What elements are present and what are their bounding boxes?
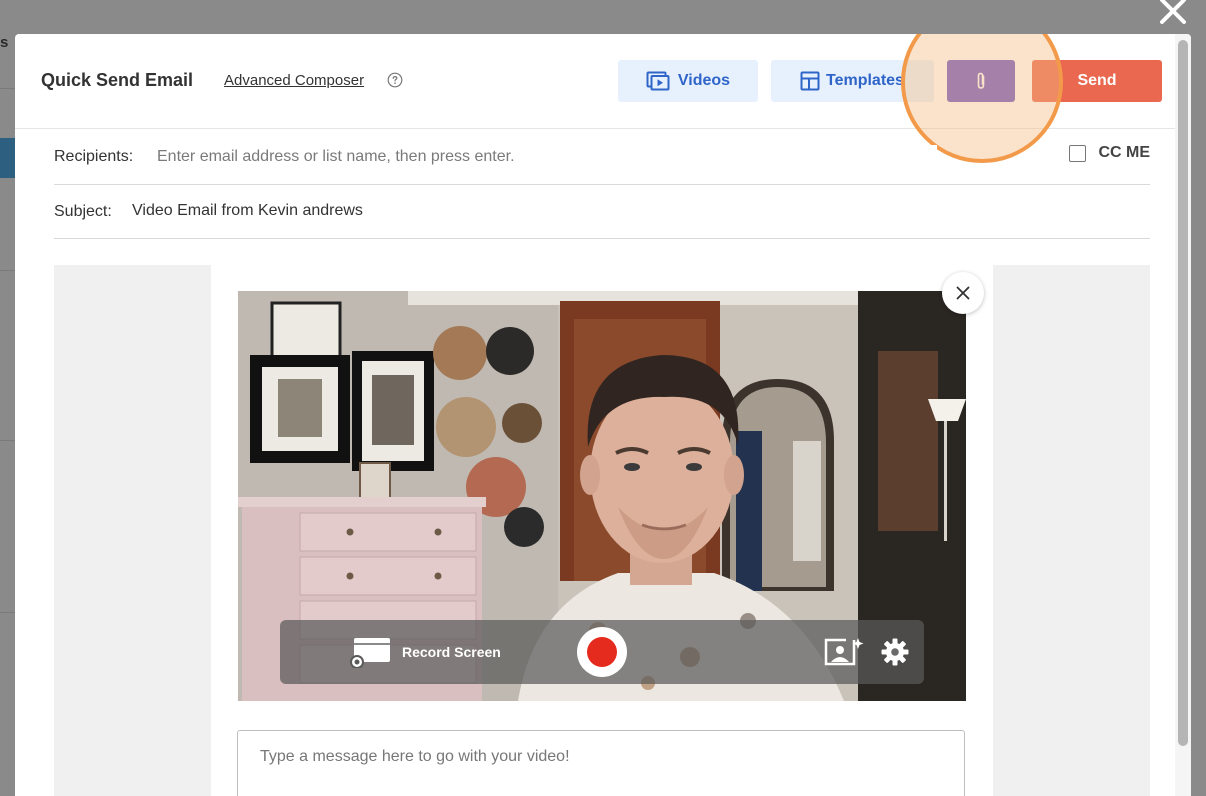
paperclip-icon: [977, 72, 985, 89]
templates-button[interactable]: Templates: [771, 60, 934, 102]
background-app-tab: [0, 138, 15, 178]
recorder-controls: Record Screen: [280, 620, 924, 684]
gear-icon[interactable]: [880, 637, 910, 667]
background-divider: [0, 440, 15, 441]
close-modal-icon[interactable]: [1156, 0, 1190, 28]
advanced-composer-link[interactable]: Advanced Composer: [224, 72, 364, 89]
attach-file-button[interactable]: [947, 60, 1015, 102]
modal-header: Quick Send Email Advanced Composer Video…: [15, 34, 1175, 163]
recipients-label: Recipients:: [54, 148, 134, 165]
background-divider: [0, 612, 15, 613]
virtual-background-icon[interactable]: [824, 636, 866, 668]
recipients-input[interactable]: [157, 145, 937, 169]
subject-row[interactable]: Subject: Video Email from Kevin andrews: [54, 185, 1150, 239]
close-video-button[interactable]: [942, 272, 984, 314]
record-screen-button[interactable]: Record Screen: [350, 636, 501, 668]
background-app-text: s: [0, 34, 9, 51]
cc-me-checkbox[interactable]: [1069, 144, 1087, 162]
record-screen-label: Record Screen: [402, 644, 501, 660]
subject-value[interactable]: Video Email from Kevin andrews: [132, 202, 363, 220]
modal-title: Quick Send Email: [41, 70, 194, 90]
background-divider: [0, 270, 15, 271]
videos-button-label: Videos: [677, 72, 731, 89]
modal-scrollbar-thumb[interactable]: [1178, 40, 1188, 746]
templates-button-label: Templates: [826, 72, 904, 89]
email-body-canvas: Record Screen: [211, 265, 993, 796]
cc-me-option: CC ME: [1069, 144, 1150, 162]
screen-record-icon: [350, 638, 390, 668]
template-layout-icon: [800, 71, 820, 91]
send-button[interactable]: Send: [1032, 60, 1162, 102]
close-icon: [956, 286, 970, 300]
quick-send-email-modal: Quick Send Email Advanced Composer Video…: [15, 34, 1191, 796]
webcam-preview: Record Screen: [238, 291, 966, 701]
email-body-area: Record Screen: [54, 265, 1150, 796]
record-dot: [587, 637, 617, 667]
video-message-input[interactable]: [237, 730, 965, 796]
video-library-icon: [646, 71, 670, 91]
cc-me-label: CC ME: [1098, 144, 1150, 161]
background-divider: [0, 88, 15, 89]
record-button[interactable]: [577, 627, 627, 677]
recipients-row: Recipients: CC ME: [54, 130, 1150, 185]
help-circle-icon[interactable]: [387, 72, 403, 88]
subject-label: Subject:: [54, 203, 112, 220]
videos-button[interactable]: Videos: [618, 60, 758, 102]
